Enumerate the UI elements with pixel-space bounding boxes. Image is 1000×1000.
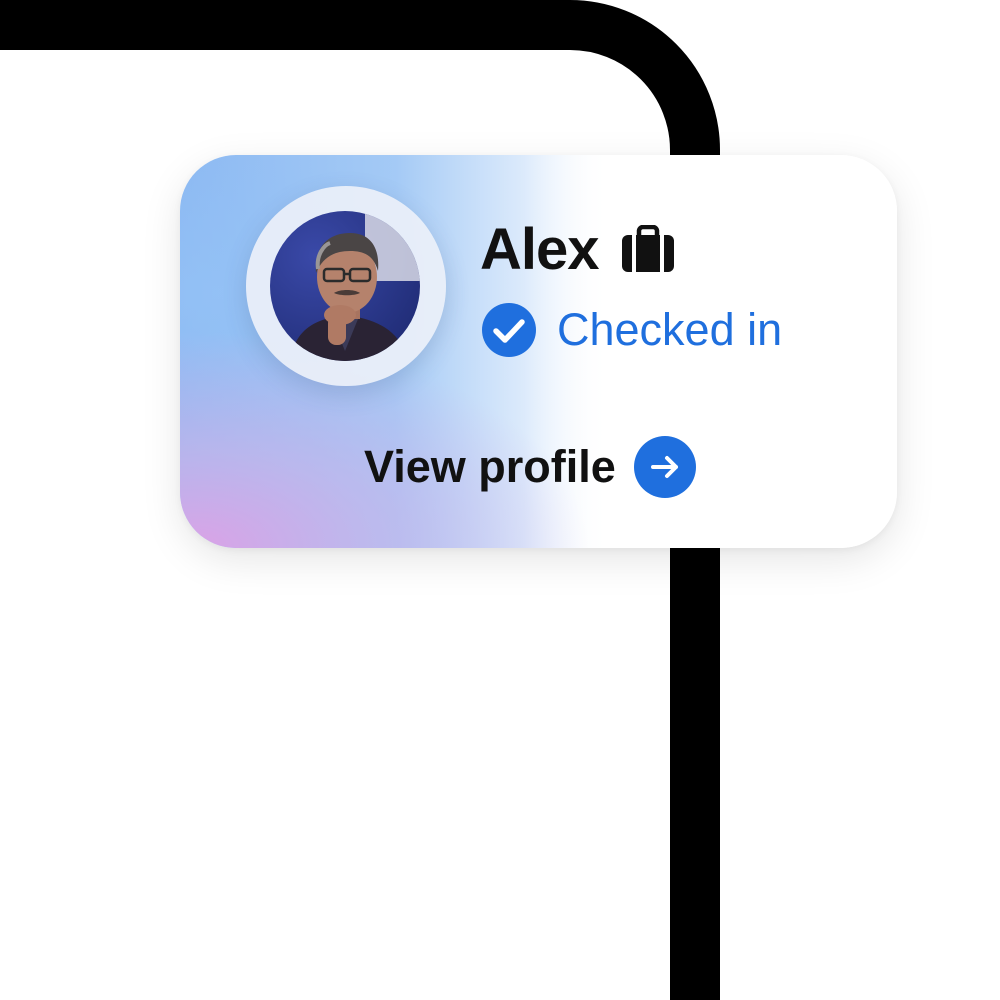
- user-name: Alex: [480, 216, 600, 282]
- checkin-status: Checked in: [481, 302, 782, 358]
- avatar[interactable]: [270, 211, 420, 361]
- view-profile-label: View profile: [364, 441, 616, 492]
- check-circle-icon: [481, 302, 537, 358]
- view-profile-link[interactable]: View profile: [364, 435, 696, 499]
- status-text: Checked in: [557, 304, 783, 355]
- avatar-ring: [246, 186, 446, 386]
- name-row: Alex: [480, 213, 675, 285]
- profile-card: Alex Checked in View profile: [180, 155, 897, 548]
- briefcase-icon: [621, 225, 675, 273]
- arrow-right-circle-icon[interactable]: [633, 436, 696, 498]
- avatar-photo: [270, 211, 420, 361]
